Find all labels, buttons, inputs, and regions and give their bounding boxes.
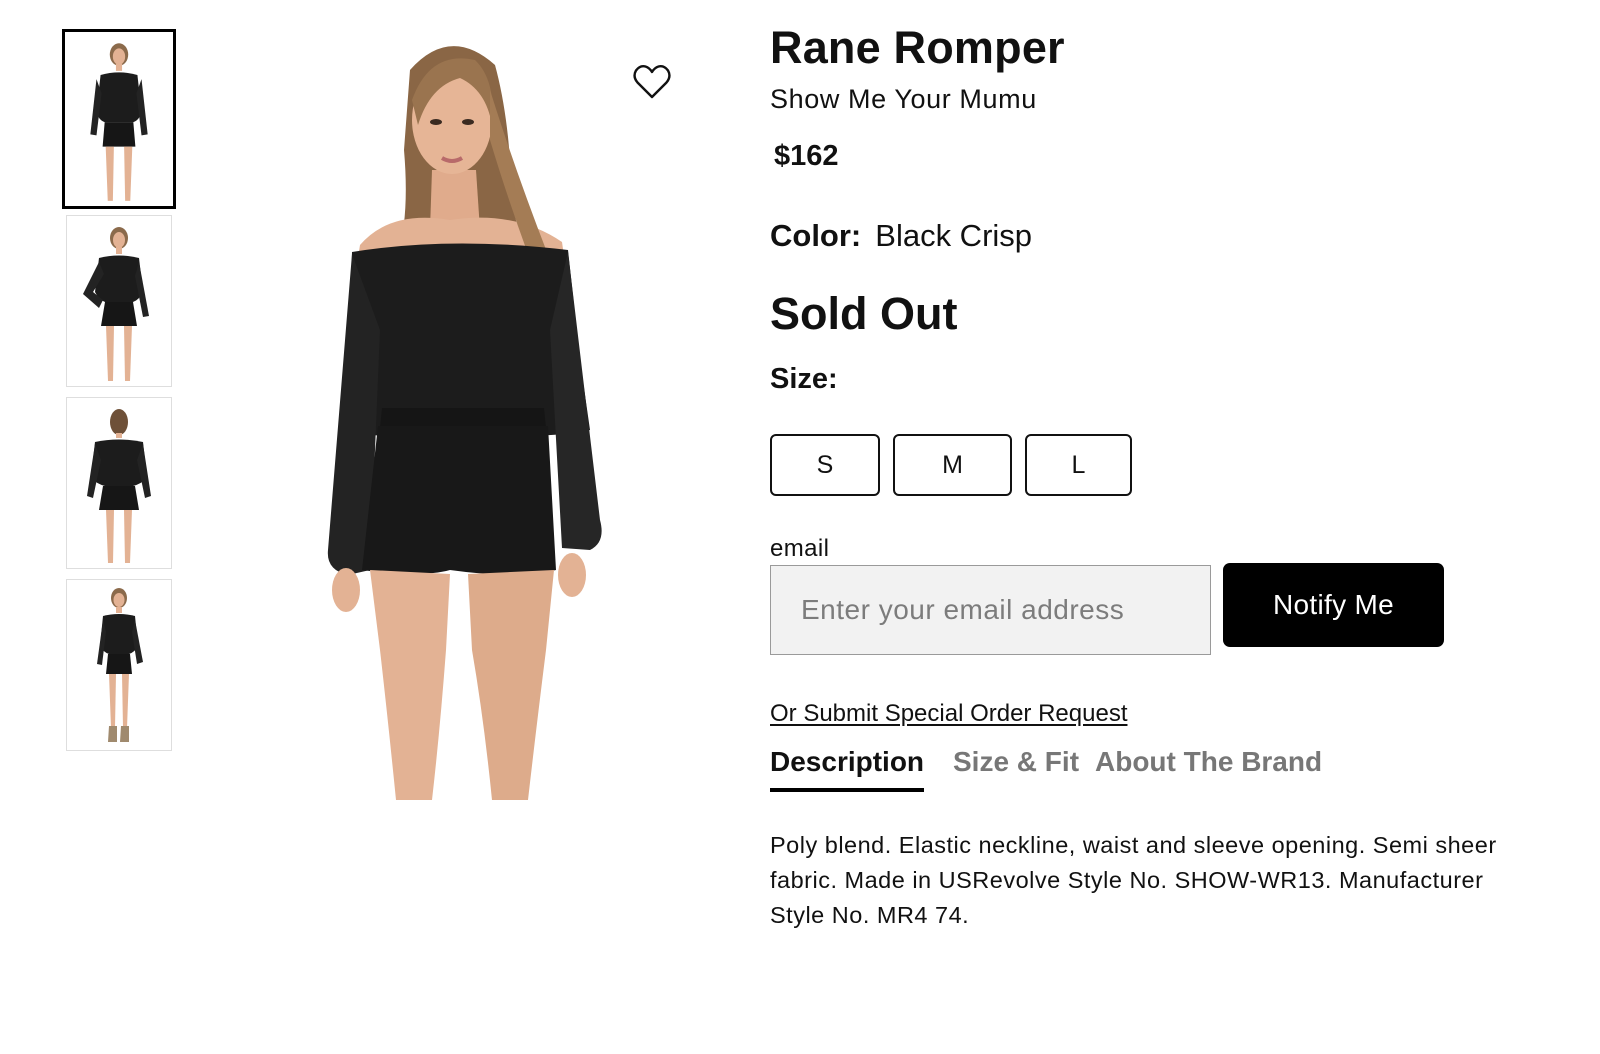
thumbnail-front[interactable] xyxy=(62,29,176,209)
product-description: Poly blend. Elastic neckline, waist and … xyxy=(770,832,1497,928)
email-field[interactable] xyxy=(770,565,1211,655)
product-main-image[interactable] xyxy=(300,30,630,800)
size-button-l[interactable]: L xyxy=(1025,434,1132,496)
size-button-s[interactable]: S xyxy=(770,434,880,496)
product-title: Rane Romper xyxy=(770,22,1065,73)
model-photo xyxy=(327,46,602,800)
thumbnail-full[interactable] xyxy=(66,579,172,751)
thumbnail-image xyxy=(97,588,143,742)
color-row: Color: Black Crisp xyxy=(770,218,1032,254)
availability-status: Sold Out xyxy=(770,288,958,339)
thumbnail-image xyxy=(90,43,148,201)
thumbnail-side[interactable] xyxy=(66,215,172,387)
notify-me-button[interactable]: Notify Me xyxy=(1223,563,1444,647)
tab-about-brand[interactable]: About The Brand xyxy=(1095,746,1322,788)
color-value: Black Crisp xyxy=(875,218,1033,253)
product-brand[interactable]: Show Me Your Mumu xyxy=(770,84,1037,115)
thumbnail-image xyxy=(83,227,149,381)
email-label: email xyxy=(770,535,830,562)
tab-size-fit[interactable]: Size & Fit xyxy=(953,746,1079,788)
size-button-m[interactable]: M xyxy=(893,434,1012,496)
product-tabs: Description Size & Fit About The Brand xyxy=(770,746,1470,796)
special-order-link[interactable]: Or Submit Special Order Request xyxy=(770,700,1127,728)
thumbnail-image xyxy=(87,409,151,563)
color-label: Color: xyxy=(770,218,862,253)
product-price: $162 xyxy=(774,140,839,172)
thumbnail-back[interactable] xyxy=(66,397,172,569)
size-label: Size: xyxy=(770,363,838,395)
tab-description[interactable]: Description xyxy=(770,746,925,792)
heart-outline-icon[interactable] xyxy=(632,63,672,101)
